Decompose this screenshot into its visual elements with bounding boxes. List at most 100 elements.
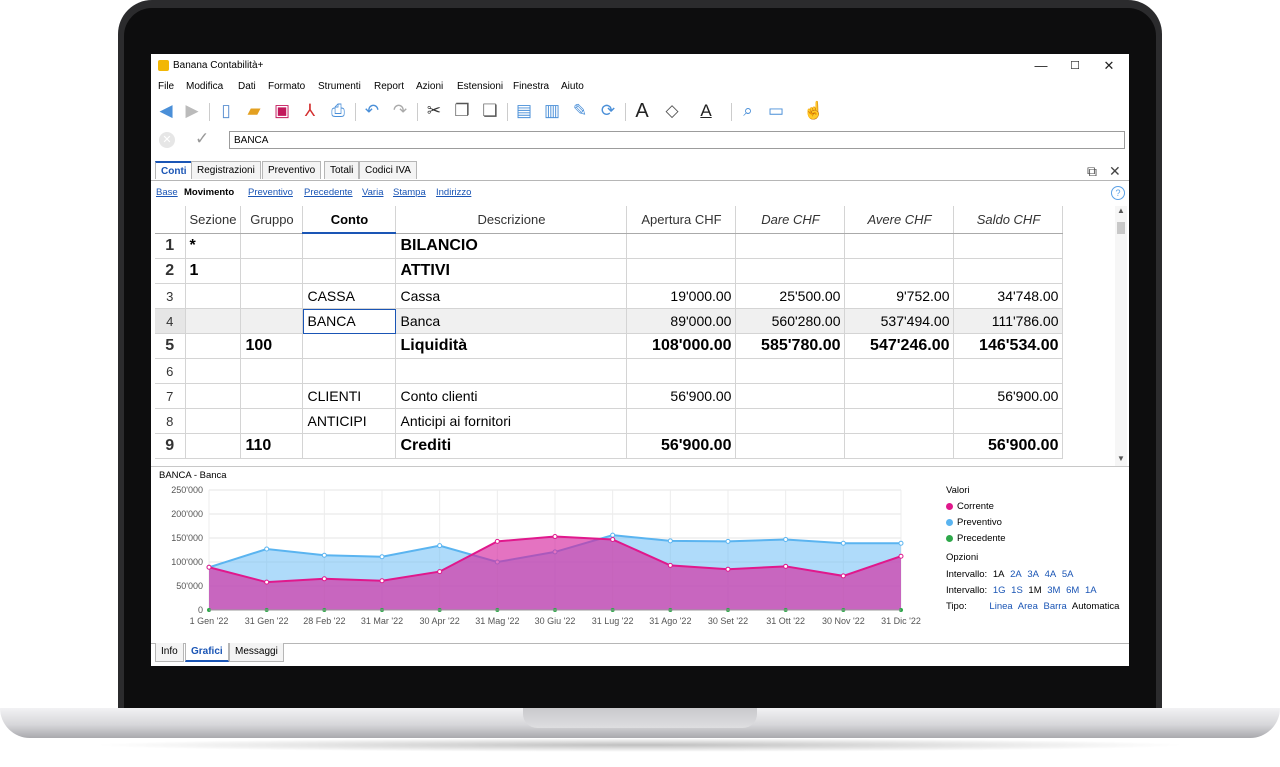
table-cell-conto[interactable] — [302, 333, 397, 359]
view-preventivo[interactable]: Preventivo — [248, 187, 293, 198]
table-cell-apertura[interactable]: 19'000.00 — [626, 283, 737, 309]
font-icon[interactable]: A — [631, 100, 653, 122]
close-tab-icon[interactable]: ✕ — [1109, 163, 1121, 180]
table-cell-avere[interactable]: 9'752.00 — [844, 283, 955, 309]
table-cell-conto[interactable] — [302, 358, 397, 384]
table-cell-conto[interactable]: CASSA — [302, 283, 397, 309]
table-cell-dare[interactable] — [735, 383, 846, 409]
tab-registrazioni[interactable]: Registrazioni — [191, 161, 261, 179]
legend-item-preventivo[interactable]: Preventivo — [946, 517, 1002, 528]
table-cell-sezione[interactable] — [185, 283, 242, 309]
search-icon[interactable]: ⌕ — [737, 100, 759, 122]
tab-info[interactable]: Info — [155, 643, 184, 662]
table-cell-conto[interactable]: ANTICIPI — [302, 408, 397, 434]
column-header[interactable]: Dare CHF — [735, 206, 846, 234]
column-header[interactable]: Sezione — [185, 206, 242, 234]
menu-finestra[interactable]: Finestra — [513, 81, 549, 92]
view-varia[interactable]: Varia — [362, 187, 383, 198]
table-cell-saldo[interactable] — [953, 408, 1064, 434]
table-cell-sezione[interactable] — [185, 308, 242, 334]
type-area-link[interactable]: Area — [1018, 601, 1038, 612]
like-icon[interactable]: ☝ — [803, 100, 825, 122]
row-number[interactable]: 4 — [155, 308, 186, 334]
view-stampa[interactable]: Stampa — [393, 187, 426, 198]
tab-preventivo[interactable]: Preventivo — [262, 161, 322, 179]
fill-color-icon[interactable]: ◇ — [661, 100, 683, 122]
interval-5a-link[interactable]: 5A — [1062, 569, 1074, 580]
menu-dati[interactable]: Dati — [238, 81, 256, 92]
table-cell-avere[interactable] — [844, 408, 955, 434]
help-icon[interactable]: ? — [1111, 186, 1125, 200]
row-number[interactable]: 3 — [155, 283, 186, 309]
legend-item-corrente[interactable]: Corrente — [946, 501, 994, 512]
table-cell-gruppo[interactable]: 100 — [240, 333, 304, 359]
close-button[interactable]: ✕ — [1095, 57, 1123, 75]
delete-row-icon[interactable]: ▥ — [541, 100, 563, 122]
table-cell-gruppo[interactable] — [240, 233, 304, 259]
text-color-icon[interactable]: A — [695, 100, 717, 122]
tab-messaggi[interactable]: Messaggi — [229, 643, 284, 662]
menu-formato[interactable]: Formato — [268, 81, 305, 92]
minimize-button[interactable]: — — [1027, 57, 1055, 75]
column-header[interactable]: Avere CHF — [844, 206, 955, 234]
table-cell-dare[interactable]: 560'280.00 — [735, 308, 846, 334]
table-cell-gruppo[interactable] — [240, 308, 304, 334]
table-cell-sezione[interactable]: 1 — [185, 258, 242, 284]
open-folder-icon[interactable]: ▰ — [243, 100, 265, 122]
legend-item-precedente[interactable]: Precedente — [946, 533, 1006, 544]
menu-report[interactable]: Report — [374, 81, 404, 92]
table-cell-sezione[interactable] — [185, 433, 242, 459]
print-preview-icon[interactable]: ⎙ — [327, 100, 349, 122]
interval-2a-link[interactable]: 2A — [1010, 569, 1022, 580]
table-cell-descrizione[interactable]: Conto clienti — [395, 383, 628, 409]
column-header[interactable]: Gruppo — [240, 206, 304, 234]
scroll-thumb[interactable] — [1117, 222, 1125, 234]
redo-icon[interactable]: ↷ — [389, 100, 411, 122]
table-cell-descrizione[interactable]: Cassa — [395, 283, 628, 309]
refresh-icon[interactable]: ⟳ — [597, 100, 619, 122]
row-number[interactable]: 7 — [155, 383, 186, 409]
row-number[interactable]: 5 — [155, 333, 186, 359]
scroll-up-icon[interactable]: ▲ — [1115, 206, 1127, 215]
menu-azioni[interactable]: Azioni — [416, 81, 443, 92]
table-cell-gruppo[interactable]: 110 — [240, 433, 304, 459]
menu-estensioni[interactable]: Estensioni — [457, 81, 503, 92]
back-icon[interactable]: ◀ — [155, 100, 177, 122]
table-cell-sezione[interactable] — [185, 358, 242, 384]
interval-1m[interactable]: 1M — [1028, 585, 1041, 596]
edit-icon[interactable]: ✎ — [569, 100, 591, 122]
table-cell-descrizione[interactable] — [395, 358, 628, 384]
table-cell-conto[interactable] — [302, 433, 397, 459]
table-cell-saldo[interactable]: 56'900.00 — [953, 433, 1064, 459]
table-cell-apertura[interactable] — [626, 358, 737, 384]
cell-editor-input[interactable]: BANCA — [229, 131, 1125, 149]
table-cell-apertura[interactable]: 89'000.00 — [626, 308, 737, 334]
table-cell-avere[interactable]: 537'494.00 — [844, 308, 955, 334]
insert-row-icon[interactable]: ▤ — [513, 100, 535, 122]
table-cell-descrizione[interactable]: BILANCIO — [395, 233, 628, 259]
view-base[interactable]: Base — [156, 187, 178, 198]
row-number[interactable]: 2 — [155, 258, 186, 284]
table-cell-conto[interactable] — [302, 258, 397, 284]
new-file-icon[interactable]: ▯ — [215, 100, 237, 122]
table-cell-conto[interactable]: CLIENTI — [302, 383, 397, 409]
table-cell-descrizione[interactable]: Liquidità — [395, 333, 628, 359]
table-cell-dare[interactable] — [735, 433, 846, 459]
interval-6m-link[interactable]: 6M — [1066, 585, 1079, 596]
table-cell-descrizione[interactable]: ATTIVI — [395, 258, 628, 284]
table-cell-avere[interactable] — [844, 258, 955, 284]
column-header[interactable]: Saldo CHF — [953, 206, 1064, 234]
type-automatica[interactable]: Automatica — [1072, 601, 1120, 612]
tab-grafici[interactable]: Grafici — [185, 643, 229, 662]
scroll-down-icon[interactable]: ▼ — [1115, 454, 1127, 463]
table-cell-gruppo[interactable] — [240, 408, 304, 434]
interval-3a-link[interactable]: 3A — [1027, 569, 1039, 580]
interval-1g-link[interactable]: 1G — [993, 585, 1006, 596]
paste-icon[interactable]: ❏ — [479, 100, 501, 122]
row-number[interactable]: 6 — [155, 358, 186, 384]
table-cell-dare[interactable] — [735, 408, 846, 434]
table-cell-dare[interactable] — [735, 258, 846, 284]
view-icon[interactable]: ▭ — [765, 100, 787, 122]
table-cell-dare[interactable] — [735, 233, 846, 259]
table-cell-gruppo[interactable] — [240, 258, 304, 284]
